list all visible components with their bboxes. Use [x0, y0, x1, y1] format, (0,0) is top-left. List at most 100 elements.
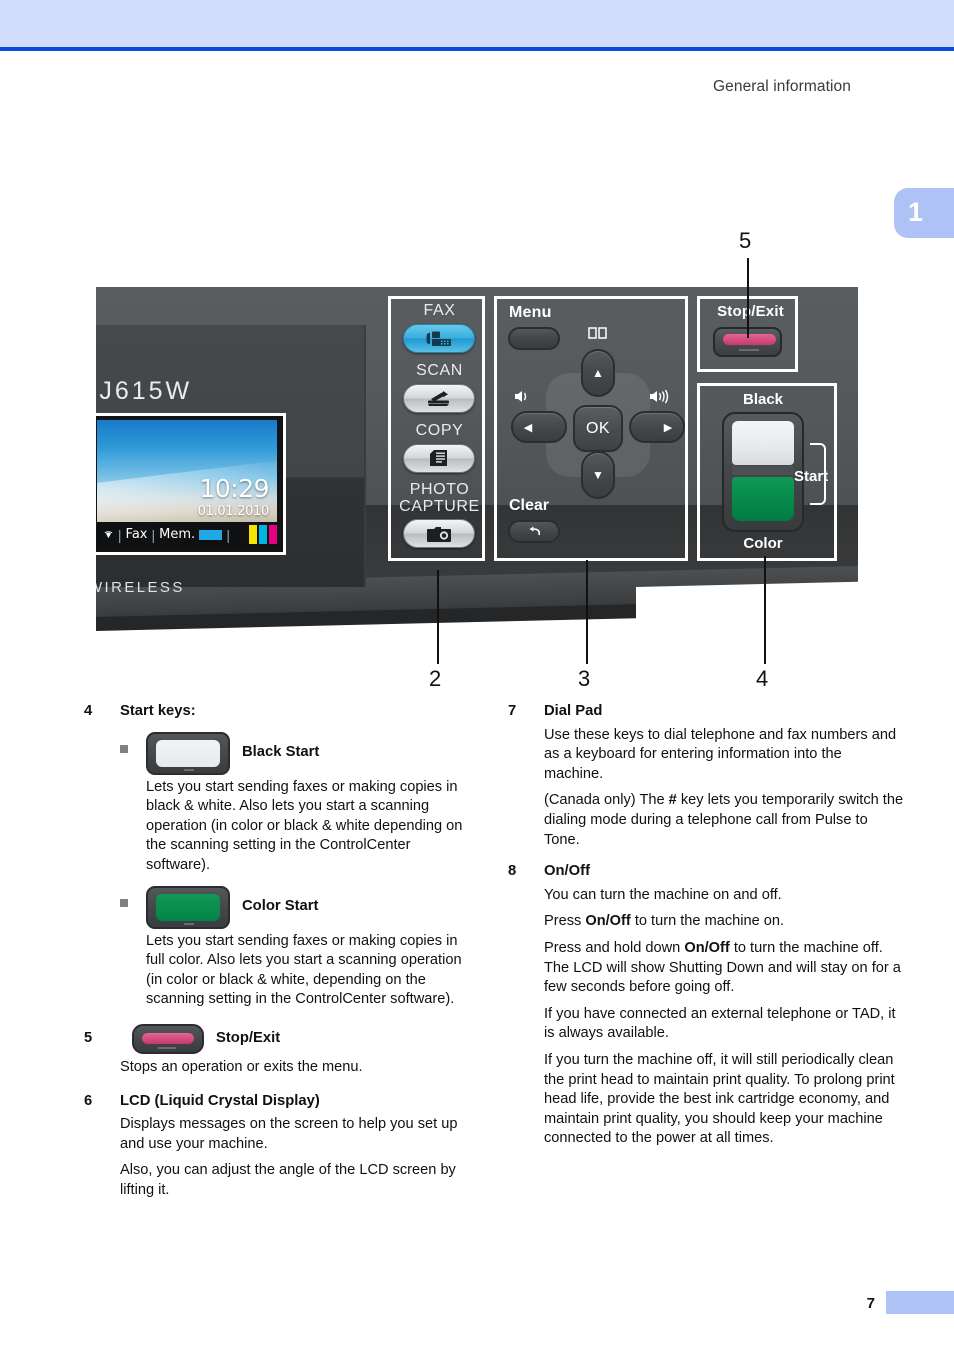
item-8-onoff-2: On/Off [684, 939, 730, 956]
stop-exit-art-notch [158, 1046, 176, 1049]
lcd-separator-2: | [151, 526, 156, 543]
callout-number-4: 4 [756, 666, 769, 691]
color-start-key[interactable] [732, 477, 794, 521]
color-start-label: Color [743, 535, 783, 552]
nav-left-arrow: ◀ [523, 421, 533, 434]
stop-exit-art-cap [142, 1032, 194, 1044]
fax-icon [426, 331, 451, 346]
lcd-separator-1: | [117, 526, 122, 543]
nav-up-arrow: ▲ [592, 366, 604, 380]
wireless-label: WIRELESS [96, 579, 185, 596]
color-start-notch [184, 922, 194, 925]
control-panel-illustration: -J615W WIRELESS 10:29 01.01.2010 | Fax |… [96, 287, 858, 640]
scan-key[interactable] [403, 384, 475, 413]
lcd-date: 01.01.2010 [197, 504, 270, 519]
item-5: 5 Stop/Exit Stops an operation or exits … [84, 1023, 476, 1078]
copy-icon [430, 450, 447, 466]
stop-exit-cap [723, 334, 776, 345]
volume-high-glyph [650, 389, 669, 404]
mode-key-label-scan: SCAN [416, 362, 463, 379]
item-4-number: 4 [84, 703, 93, 719]
item-7-paragraph-2: (Canada only) The # key lets you tempora… [544, 791, 904, 850]
lcd-status-bar: | Fax | Mem. | [97, 522, 277, 547]
lcd-memory-text: Mem. [159, 527, 196, 542]
item-8-paragraph-1: You can turn the machine on and off. [544, 886, 782, 903]
photo-capture-icon [427, 526, 451, 542]
nav-up-key[interactable]: ▲ [581, 349, 615, 397]
ok-key[interactable]: OK [573, 405, 623, 452]
nav-left-key[interactable]: ◀ [511, 411, 567, 443]
item-8-paragraph-2: Press On/Off to turn the machine on. [544, 912, 904, 932]
item-8-paragraph-4: If you have connected an external teleph… [544, 1005, 896, 1042]
item-7-paragraph-1: Use these keys to dial telephone and fax… [544, 726, 897, 782]
color-start-cap [156, 893, 220, 921]
start-keys-shell [722, 412, 804, 532]
header-band [0, 0, 954, 47]
color-start-button-art[interactable] [146, 885, 230, 929]
color-start-description: Lets you start sending faxes or making c… [146, 932, 462, 1008]
start-label: Start [794, 468, 829, 485]
right-text-column: 7 Dial Pad Use these keys to dial teleph… [508, 702, 904, 1151]
start-keys-divider [732, 466, 794, 475]
menu-key[interactable] [508, 327, 560, 350]
color-start-entry: Color Start Lets you start sending faxes… [120, 885, 476, 1010]
item-8-paragraph-3: Press and hold down On/Off to turn the m… [544, 939, 904, 998]
black-start-key[interactable] [732, 421, 794, 465]
mode-key-label-fax: FAX [423, 302, 456, 319]
callout-number-3: 3 [578, 666, 591, 691]
machine-body: -J615W WIRELESS 10:29 01.01.2010 | Fax |… [96, 287, 858, 640]
item-4-title: Start keys: [120, 703, 196, 719]
item-6-paragraph-1: Displays messages on the screen to help … [120, 1116, 458, 1152]
item-4-heading: 4 Start keys: [84, 702, 476, 722]
callout-line-4 [764, 556, 766, 664]
item-8-paragraph-5: If you turn the machine off, it will sti… [544, 1051, 895, 1147]
item-5-heading: 5 Stop/Exit [84, 1023, 476, 1054]
lcd-ink-levels [239, 525, 277, 544]
item-8-paragraph-2-c: to turn the machine on. [630, 913, 785, 930]
ok-label: OK [585, 419, 611, 437]
photo-capture-key[interactable] [403, 519, 475, 548]
item-8-number: 8 [508, 863, 517, 880]
clear-key[interactable] [508, 520, 560, 543]
black-start-description: Lets you start sending faxes or making c… [146, 778, 463, 873]
black-start-button-art[interactable] [146, 731, 230, 775]
volume-low-icon [514, 389, 534, 408]
item-6: 6 LCD (Liquid Crystal Display) Displays … [84, 1092, 476, 1201]
clear-label: Clear [509, 497, 550, 514]
black-start-notch [184, 768, 194, 771]
manual-page: General information 1 -J615W WIRELESS 10… [0, 0, 954, 1350]
nav-right-key[interactable]: ▶ [629, 411, 685, 443]
lcd-display[interactable]: 10:29 01.01.2010 | Fax | Mem. | [96, 413, 286, 555]
panel-lip-mask [636, 581, 858, 640]
black-start-entry: Black Start Lets you start sending faxes… [120, 731, 476, 876]
page-header-title: General information [712, 78, 851, 95]
item-6-paragraph-2: Also, you can adjust the angle of the LC… [120, 1162, 456, 1198]
nav-down-arrow: ▼ [592, 468, 604, 482]
left-text-column: 4 Start keys: Black Start Lets you start… [84, 702, 476, 1203]
volume-high-icon [649, 389, 673, 408]
volume-low-glyph [515, 391, 527, 402]
scan-icon [428, 391, 449, 406]
item-7-hash-key: # [668, 792, 677, 809]
bullet-square-icon [120, 744, 128, 753]
lcd-time: 10:29 [199, 474, 269, 503]
item-5-label: Stop/Exit [216, 1030, 281, 1047]
bullet-square-icon [120, 898, 128, 907]
model-name-label: -J615W [96, 377, 193, 405]
lcd-housing: -J615W WIRELESS 10:29 01.01.2010 | Fax |… [96, 325, 366, 596]
copy-key[interactable] [403, 444, 475, 473]
item-7: 7 Dial Pad Use these keys to dial teleph… [508, 702, 904, 850]
callout-number-2: 2 [429, 666, 442, 691]
item-5-number: 5 [84, 1030, 93, 1047]
black-start-entry-head: Black Start [146, 731, 476, 775]
navigation-group: Menu ▲ ▼ ◀ ▶ OK Clear [494, 296, 688, 561]
chapter-tab: 1 [894, 188, 954, 238]
page-number: 7 [866, 1295, 875, 1312]
item-8-title: On/Off [544, 863, 591, 880]
nav-down-key[interactable]: ▼ [581, 451, 615, 499]
color-start-name: Color Start [242, 898, 319, 915]
item-8-heading: 8 On/Off [508, 862, 904, 882]
stop-exit-button-art[interactable] [132, 1023, 204, 1054]
mode-keys-group: FAX SCAN COPY PHOTO CAPTURE [388, 296, 485, 561]
fax-key[interactable] [403, 324, 475, 353]
